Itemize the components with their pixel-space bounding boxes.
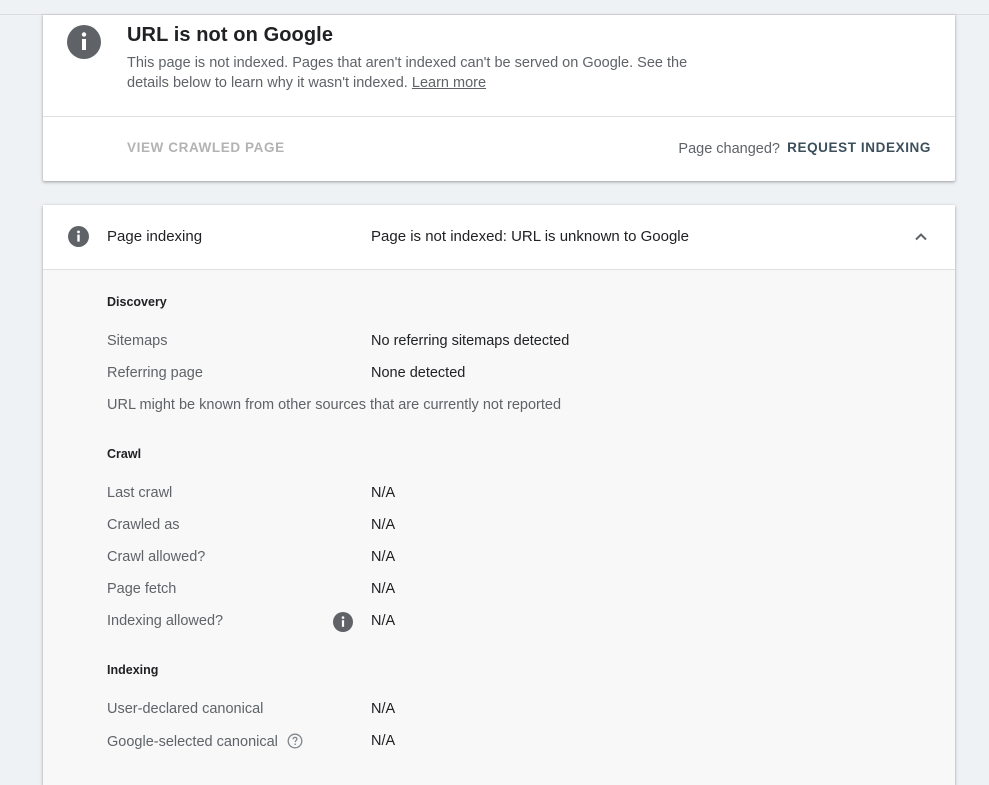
user-declared-canonical-value: N/A: [371, 701, 396, 717]
info-icon: [68, 226, 89, 247]
status-description: This page is not indexed. Pages that are…: [127, 53, 727, 93]
page-fetch-label: Page fetch: [107, 581, 177, 597]
page-indexing-header[interactable]: Page indexing Page is not indexed: URL i…: [43, 205, 955, 270]
info-icon: [67, 25, 101, 59]
crawled-as-value: N/A: [371, 517, 396, 533]
referring-page-label: Referring page: [107, 365, 203, 381]
sitemaps-value: No referring sitemaps detected: [371, 333, 570, 349]
help-circle-icon[interactable]: [287, 733, 303, 749]
view-crawled-page-button[interactable]: VIEW CRAWLED PAGE: [127, 140, 285, 155]
page-indexing-status: Page is not indexed: URL is unknown to G…: [371, 228, 689, 245]
status-title: URL is not on Google: [127, 24, 334, 46]
page-changed-label: Page changed?: [678, 141, 780, 157]
status-header: URL is not on Google This page is not in…: [43, 15, 955, 116]
indexing-section-title: Indexing: [107, 663, 159, 677]
status-description-text: This page is not indexed. Pages that are…: [127, 55, 688, 91]
google-selected-canonical-value: N/A: [371, 733, 396, 749]
request-indexing-button[interactable]: REQUEST INDEXING: [787, 140, 931, 155]
chevron-up-icon[interactable]: [913, 229, 929, 245]
last-crawl-label: Last crawl: [107, 485, 173, 501]
user-declared-canonical-label: User-declared canonical: [107, 701, 264, 717]
info-icon[interactable]: [333, 612, 353, 632]
page-indexing-title: Page indexing: [107, 228, 203, 245]
page-indexing-card: Page indexing Page is not indexed: URL i…: [43, 205, 955, 785]
url-status-card: URL is not on Google This page is not in…: [43, 15, 955, 181]
top-bar: [0, 0, 989, 15]
crawl-section-title: Crawl: [107, 447, 142, 461]
page-fetch-value: N/A: [371, 581, 396, 597]
crawl-allowed-label: Crawl allowed?: [107, 549, 206, 565]
referring-page-value: None detected: [371, 365, 466, 381]
crawled-as-label: Crawled as: [107, 517, 180, 533]
discovery-note: URL might be known from other sources th…: [107, 397, 562, 413]
status-actions: VIEW CRAWLED PAGE Page changed? REQUEST …: [43, 116, 955, 181]
discovery-section-title: Discovery: [107, 295, 167, 309]
google-selected-canonical-label: Google-selected canonical: [107, 734, 278, 750]
page-indexing-details: Discovery Sitemaps No referring sitemaps…: [43, 270, 955, 785]
crawl-allowed-value: N/A: [371, 549, 396, 565]
learn-more-link[interactable]: Learn more: [412, 75, 486, 91]
indexing-allowed-label: Indexing allowed?: [107, 613, 224, 629]
sitemaps-label: Sitemaps: [107, 333, 168, 349]
google-selected-canonical-row-label: Google-selected canonical: [107, 733, 303, 750]
last-crawl-value: N/A: [371, 485, 396, 501]
indexing-allowed-value: N/A: [371, 613, 396, 629]
